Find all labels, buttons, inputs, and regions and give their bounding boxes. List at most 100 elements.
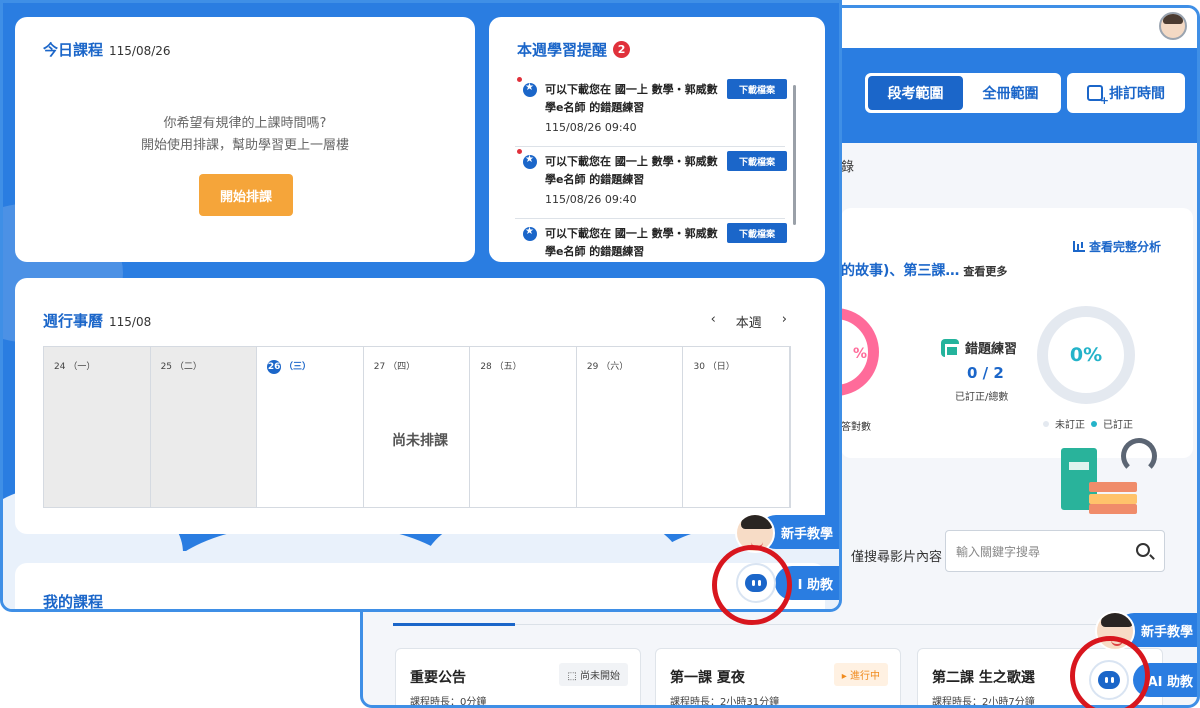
- calendar-add-icon: [1087, 85, 1109, 107]
- schedule-time-label: 排訂時間: [1109, 86, 1165, 102]
- status-badge: ▸ 進行中: [833, 663, 888, 686]
- search-input[interactable]: 輸入關鍵字搜尋: [945, 530, 1165, 572]
- list-item: 可以下載您在 國一上 數學・郭威數學e名師 的錯題練習 下載檔案: [515, 219, 787, 262]
- weekly-calendar-card: 週行事曆 115/08 ‹ 本週 › 24 （一） 25 （二） 26 （三） 2…: [15, 278, 825, 534]
- day-number: 27: [373, 362, 386, 372]
- download-file-button[interactable]: 下載檔案: [727, 223, 787, 243]
- day-weekday: （四）: [388, 362, 416, 372]
- day-column[interactable]: 29 （六）: [577, 347, 684, 507]
- download-file-button[interactable]: 下載檔案: [727, 151, 787, 171]
- day-column[interactable]: 28 （五）: [470, 347, 577, 507]
- answer-rate-percent: %: [853, 346, 868, 362]
- day-weekday: （三）: [284, 362, 312, 372]
- day-column[interactable]: 24 （一）: [44, 347, 151, 507]
- course-duration: 課程時長：0分鐘: [410, 697, 487, 708]
- lesson-line-text: 的故事)、第三課…: [841, 263, 960, 279]
- week-month: 115/08: [109, 315, 152, 329]
- error-practice-title: 錯題練習: [941, 338, 1017, 357]
- today-date: 115/08/26: [109, 44, 171, 58]
- tutorial-label: 新手教學: [780, 526, 833, 542]
- books-illustration: [1061, 438, 1161, 514]
- error-practice-label: 錯題練習: [965, 342, 1018, 357]
- book-stack-icon: [1089, 482, 1137, 492]
- course-duration: 課程時長：2小時31分鐘: [670, 697, 780, 708]
- scope-full-book-button[interactable]: 全冊範圍: [963, 76, 1058, 110]
- next-week-icon[interactable]: ›: [782, 312, 787, 331]
- error-practice-icon: [941, 338, 959, 357]
- reminder-time: 115/08/26 09:40: [545, 193, 637, 206]
- unread-dot: [517, 77, 522, 82]
- day-weekday: （日）: [707, 362, 735, 372]
- reminder-text: 可以下載您在 國一上 數學・郭威數學e名師 的錯題練習: [545, 155, 718, 186]
- weekly-reminder-card: 本週學習提醒 2 可以下載您在 國一上 數學・郭威數學e名師 的錯題練習 115/…: [489, 17, 825, 262]
- reminder-count-badge: 2: [613, 41, 631, 58]
- legend-fixed: 已訂正: [1103, 420, 1133, 431]
- day-column[interactable]: 25 （二）: [150, 347, 258, 507]
- unread-dot: [517, 149, 522, 154]
- error-count: 0 / 2: [967, 364, 1004, 382]
- day-number: 30: [693, 362, 705, 372]
- star-badge-icon: [523, 82, 537, 97]
- weekly-title-text: 週行事曆: [43, 312, 104, 330]
- today-course-title: 今日課程 115/08/26: [43, 39, 447, 60]
- prev-week-icon[interactable]: ‹: [711, 312, 716, 331]
- active-tab-underline: [393, 623, 515, 626]
- correction-percent: 0%: [1069, 344, 1103, 366]
- course-card[interactable]: 第一課 夏夜 課程時長：2小時31分鐘 ▸ 進行中: [655, 648, 901, 708]
- list-item: 可以下載您在 國一上 數學・郭威數學e名師 的錯題練習 115/08/26 09…: [515, 75, 787, 147]
- day-weekday: （二）: [174, 362, 202, 372]
- legend-fixed-dot: [1091, 420, 1097, 427]
- day-column[interactable]: 30 （日）: [683, 347, 791, 507]
- ai-assistant-label: AI 助教: [1147, 674, 1193, 690]
- current-week-label[interactable]: 本週: [736, 312, 762, 331]
- highlight-circle: [712, 545, 792, 625]
- see-more-link[interactable]: 查看更多: [963, 265, 1007, 278]
- today-message-line1: 你希望有規律的上課時間嗎?: [163, 116, 327, 131]
- book-icon: [1061, 448, 1097, 510]
- reminder-scrollbar[interactable]: [793, 85, 796, 225]
- day-number: 24: [54, 362, 66, 372]
- start-scheduling-button[interactable]: 開始排課: [199, 174, 293, 216]
- user-avatar[interactable]: [1159, 12, 1187, 40]
- schedule-time-button[interactable]: 排訂時間: [1067, 73, 1185, 113]
- scope-toggle: 段考範圍 全冊範圍: [865, 73, 1061, 113]
- reminder-time: 115/08/26 09:40: [545, 121, 637, 134]
- day-number: 25: [160, 362, 173, 372]
- status-badge: ⬚ 尚未開始: [559, 663, 628, 686]
- my-courses-title: 我的課程: [43, 593, 104, 611]
- ring-legend: 未訂正 已訂正: [1043, 416, 1133, 431]
- analysis-content: 的故事)、第三課… 查看更多 % 答對數 錯題練習 0 / 2 已訂正/總數 0%…: [791, 208, 1193, 458]
- day-column[interactable]: 27 （四）: [364, 347, 471, 507]
- day-number: 26: [267, 360, 282, 374]
- list-item: 可以下載您在 國一上 數學・郭威數學e名師 的錯題練習 115/08/26 09…: [515, 147, 787, 219]
- legend-unfixed-dot: [1043, 420, 1049, 427]
- course-card[interactable]: 重要公告 課程時長：0分鐘 ⬚ 尚未開始: [395, 648, 641, 708]
- scope-exam-button[interactable]: 段考範圍: [868, 76, 963, 110]
- status-badge-label: 進行中: [850, 671, 880, 682]
- today-title-text: 今日課程: [43, 41, 104, 59]
- search-icon[interactable]: [1136, 543, 1150, 557]
- error-count-caption: 已訂正/總數: [955, 392, 1009, 403]
- day-weekday: （六）: [601, 362, 629, 372]
- star-badge-icon: [523, 226, 537, 241]
- week-grid: 24 （一） 25 （二） 26 （三） 27 （四） 28 （五） 29 （六…: [43, 346, 791, 508]
- download-file-button[interactable]: 下載檔案: [727, 79, 787, 99]
- unscheduled-text: 尚未排課: [392, 433, 448, 449]
- status-badge-label: 尚未開始: [580, 671, 620, 682]
- back-tab-text[interactable]: 錄: [841, 156, 854, 175]
- headphone-icon: [1121, 438, 1157, 474]
- reminder-text: 可以下載您在 國一上 數學・郭威數學e名師 的錯題練習: [545, 83, 718, 114]
- today-message-line2: 開始使用排課，幫助學習更上一層樓: [140, 138, 349, 153]
- reminder-list: 可以下載您在 國一上 數學・郭威數學e名師 的錯題練習 115/08/26 09…: [515, 75, 787, 262]
- star-badge-icon: [523, 154, 537, 169]
- correction-progress-ring: 0%: [1037, 306, 1135, 404]
- day-weekday: （五）: [494, 362, 522, 372]
- lesson-line: 的故事)、第三課… 查看更多: [841, 260, 1007, 280]
- foreground-window: 今日課程 115/08/26 你希望有規律的上課時間嗎? 開始使用排課，幫助學習更…: [0, 0, 842, 612]
- search-scope-label[interactable]: 僅搜尋影片內容: [851, 546, 942, 565]
- tutorial-label: 新手教學: [1140, 624, 1193, 640]
- reminder-title: 本週學習提醒 2: [517, 39, 797, 60]
- day-column-today[interactable]: 26 （三）: [257, 347, 364, 507]
- day-number: 28: [480, 362, 492, 372]
- reminder-title-text: 本週學習提醒: [517, 41, 608, 59]
